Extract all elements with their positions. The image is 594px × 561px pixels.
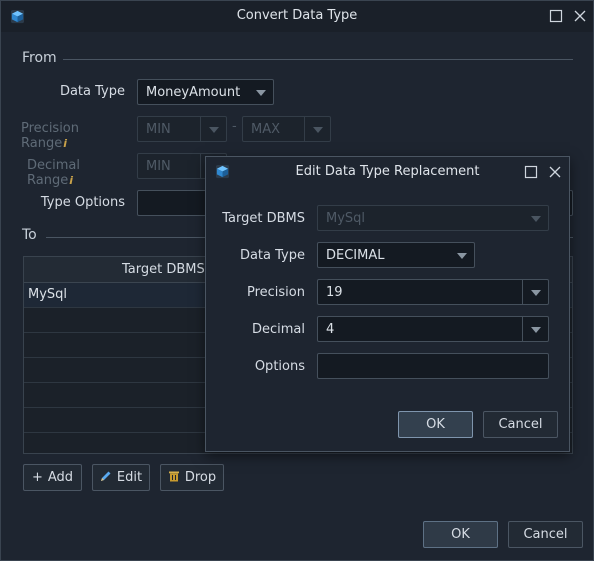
data-type-combo[interactable]: MoneyAmount — [137, 79, 274, 105]
precision-max-value: MAX — [251, 122, 281, 137]
chevron-down-icon — [209, 127, 219, 133]
dialog-data-type-label: Data Type — [239, 248, 305, 263]
dialog-decimal-value: 4 — [326, 322, 335, 337]
dialog-title: Edit Data Type Replacement — [295, 164, 480, 179]
maximize-icon[interactable] — [523, 164, 539, 180]
close-icon[interactable] — [572, 8, 588, 24]
precision-min-value: MIN — [146, 122, 171, 137]
drop-button-label: Drop — [184, 470, 217, 485]
from-group-label: From — [22, 50, 57, 66]
add-button[interactable]: + Add — [23, 464, 82, 491]
dialog-precision-combo[interactable]: 19 — [317, 279, 549, 305]
edit-button-label: Edit — [116, 470, 143, 485]
range-dash: - — [232, 119, 237, 134]
window-titlebar: Convert Data Type — [1, 1, 593, 32]
precision-range-text: Precision Range — [21, 121, 80, 151]
dialog-target-dbms-value: MySql — [326, 211, 366, 226]
precision-max-combo[interactable]: MAX — [242, 116, 331, 142]
add-button-label: Add — [47, 470, 74, 485]
dialog-precision-label: Precision — [246, 285, 305, 300]
dialog-options-label: Options — [254, 359, 305, 374]
ok-button[interactable]: OK — [423, 521, 498, 548]
chevron-down-icon — [531, 327, 541, 333]
close-icon[interactable] — [547, 164, 563, 180]
cell-target-dbms: MySql — [28, 287, 68, 302]
info-icon: i — [69, 174, 73, 187]
dialog-data-type-combo[interactable]: DECIMAL — [317, 242, 475, 268]
window-title: Convert Data Type — [236, 8, 358, 23]
chevron-down-icon — [256, 90, 266, 96]
decimal-min-value: MIN — [146, 159, 171, 174]
trash-icon — [168, 471, 179, 482]
maximize-icon[interactable] — [548, 8, 564, 24]
chevron-down-icon — [457, 253, 467, 259]
info-icon: i — [63, 137, 67, 150]
dialog-options-input[interactable] — [317, 353, 549, 379]
dialog-decimal-combo[interactable]: 4 — [317, 316, 549, 342]
dialog-decimal-label: Decimal — [251, 322, 305, 337]
type-options-label: Type Options — [40, 195, 125, 210]
cancel-button[interactable]: Cancel — [508, 521, 583, 548]
dialog-ok-button[interactable]: OK — [398, 411, 473, 438]
dialog-titlebar: Edit Data Type Replacement — [206, 157, 569, 187]
data-type-label: Data Type — [59, 84, 125, 99]
precision-min-combo[interactable]: MIN — [137, 116, 227, 142]
precision-range-label: Precision Rangei — [21, 121, 125, 151]
data-type-value: MoneyAmount — [146, 85, 241, 100]
dialog-target-dbms-combo[interactable]: MySql — [317, 205, 549, 231]
edit-data-type-replacement-dialog: Edit Data Type Replacement Target DBMS M… — [205, 156, 570, 452]
edit-button[interactable]: Edit — [92, 464, 150, 491]
dialog-cancel-button[interactable]: Cancel — [483, 411, 558, 438]
chevron-down-icon — [313, 127, 323, 133]
pencil-icon — [100, 471, 111, 481]
from-group-divider — [63, 59, 573, 60]
plus-icon: + — [31, 470, 43, 485]
chevron-down-icon — [531, 216, 541, 222]
chevron-down-icon — [531, 290, 541, 296]
to-group-label: To — [22, 227, 37, 243]
dialog-precision-value: 19 — [326, 285, 343, 300]
drop-button[interactable]: Drop — [160, 464, 224, 491]
decimal-range-label: Decimal Rangei — [27, 158, 125, 188]
dialog-data-type-value: DECIMAL — [326, 248, 385, 263]
column-header-target-dbms: Target DBMS — [122, 262, 205, 277]
dialog-target-dbms-label: Target DBMS — [222, 211, 305, 226]
